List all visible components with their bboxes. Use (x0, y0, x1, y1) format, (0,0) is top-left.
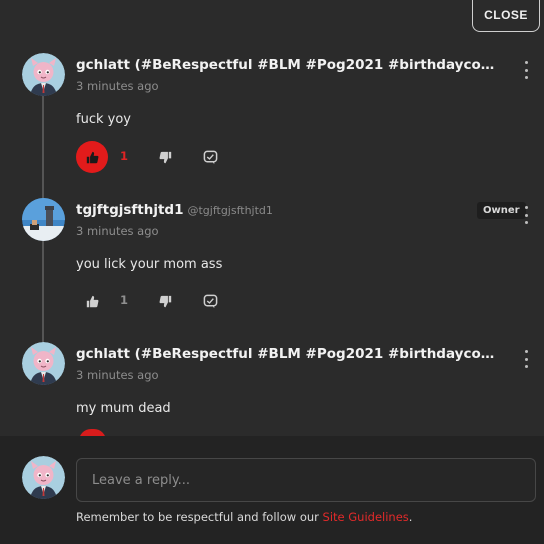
comment-panel: CLOSE gchlatt (#BeRespectful #BLM #Pog20… (0, 0, 544, 544)
avatar[interactable] (22, 198, 65, 241)
thumbs-up-icon (86, 151, 98, 163)
reply-bubble-icon (203, 294, 217, 308)
site-guidelines-link[interactable]: Site Guidelines (323, 510, 409, 524)
comment-timestamp: 3 minutes ago (76, 368, 159, 382)
comment-text: fuck yoy (76, 112, 131, 127)
owner-badge: Owner (477, 202, 526, 219)
reply-composer: Leave a reply... Remember to be respectf… (0, 436, 544, 544)
comment-author[interactable]: gchlatt (#BeRespectful #BLM #Pog2021 #bi… (76, 57, 506, 73)
reply-input[interactable]: Leave a reply... (76, 458, 536, 502)
notice-text: Remember to be respectful and follow our (76, 510, 323, 524)
author-handle: @tgjftgjsfthjtd1 (187, 204, 273, 217)
comment-timestamp: 3 minutes ago (76, 224, 159, 238)
reply-button[interactable] (194, 285, 226, 317)
thumbs-up-icon (86, 295, 98, 307)
notice-period: . (408, 510, 413, 524)
comment-timestamp: 3 minutes ago (76, 79, 159, 93)
author-name: tgjftgjsfthjtd1 (76, 202, 184, 218)
comment-text: you lick your mom ass (76, 257, 223, 272)
comment-author[interactable]: gchlatt (#BeRespectful #BLM #Pog2021 #bi… (76, 346, 506, 362)
more-options-icon[interactable] (520, 350, 532, 368)
close-button[interactable]: CLOSE (472, 0, 540, 32)
reply-bubble-icon (203, 150, 217, 164)
dislike-button[interactable] (149, 285, 181, 317)
like-button[interactable] (76, 285, 108, 317)
more-options-icon[interactable] (520, 61, 532, 79)
reply-button[interactable] (194, 141, 226, 173)
avatar[interactable] (22, 342, 65, 385)
avatar[interactable] (22, 53, 65, 96)
like-button[interactable] (76, 141, 108, 173)
dislike-button[interactable] (149, 141, 181, 173)
comment-actions: 1 (76, 141, 256, 173)
thumbs-down-icon (159, 295, 171, 307)
comment-text: my mum dead (76, 401, 171, 416)
guidelines-notice: Remember to be respectful and follow our… (76, 510, 412, 524)
comment-actions: 1 (76, 285, 256, 317)
more-options-icon[interactable] (520, 206, 532, 224)
author-name: gchlatt (#BeRespectful #BLM #Pog2021 #bi… (76, 57, 506, 73)
current-user-avatar (22, 456, 65, 499)
comment-author[interactable]: tgjftgjsfthjtd1 @tgjftgjsfthjtd1 (76, 202, 506, 218)
author-name: gchlatt (#BeRespectful #BLM #Pog2021 #bi… (76, 346, 506, 362)
thumbs-down-icon (159, 151, 171, 163)
like-count: 1 (120, 293, 129, 307)
like-count: 1 (120, 149, 129, 163)
